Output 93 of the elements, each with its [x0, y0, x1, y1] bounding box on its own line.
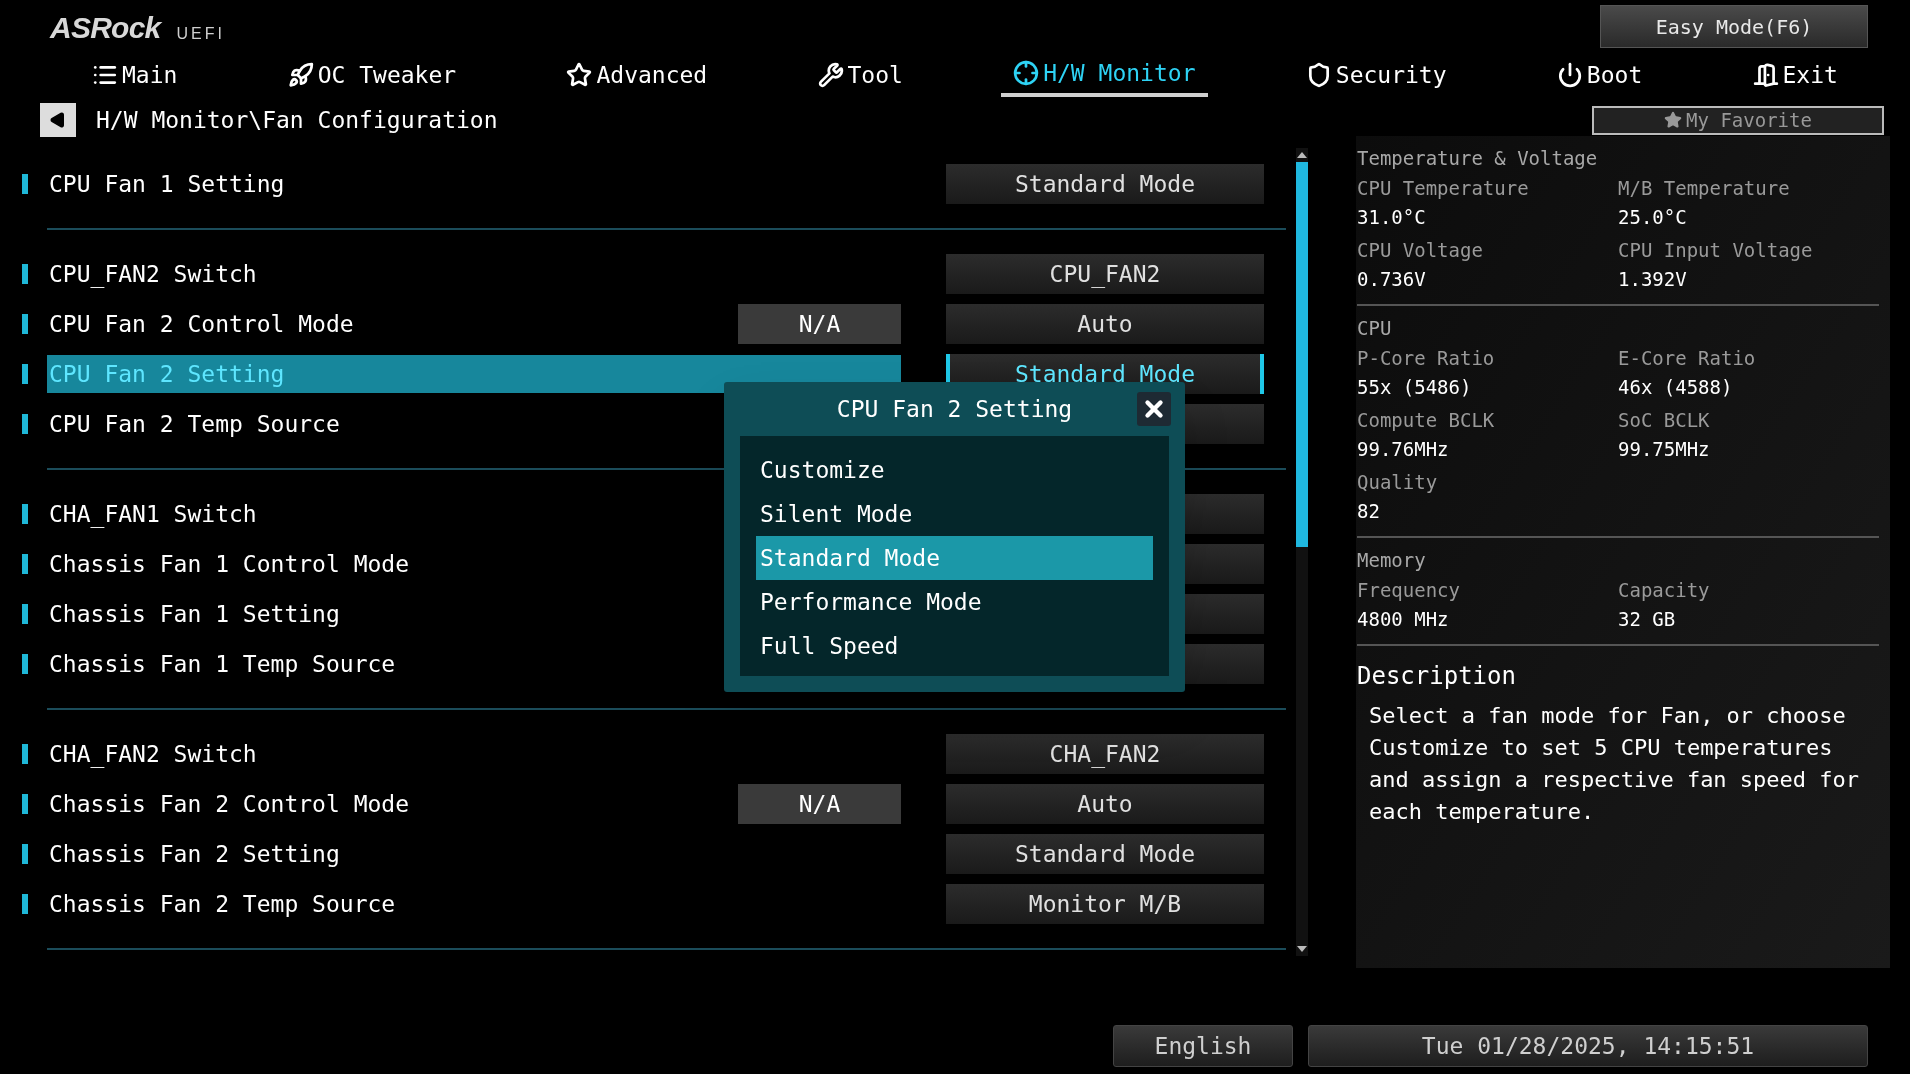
nav-tab[interactable]: Tool — [805, 53, 915, 97]
logo-subtitle: UEFI — [176, 24, 225, 44]
description-text: Select a fan mode for Fan, or choose Customize to set 5 CPU temperatures and assign a respective fan speed for each temperature. — [1369, 702, 1861, 826]
section-title: Memory — [1357, 547, 1427, 573]
easy-mode-button[interactable]: Easy Mode(F6) — [1600, 5, 1868, 48]
row-marker — [22, 654, 28, 674]
scrollbar[interactable] — [1296, 148, 1308, 956]
language-selector[interactable]: English — [1113, 1025, 1293, 1067]
info-value: 82 — [1357, 498, 1381, 524]
close-button[interactable] — [1137, 392, 1171, 426]
nav-tab[interactable]: OC Tweaker — [275, 53, 469, 97]
back-button[interactable] — [40, 103, 76, 137]
popup-title: CPU Fan 2 Setting — [836, 394, 1073, 424]
info-value: 4800 MHz — [1357, 606, 1450, 632]
row-marker — [22, 264, 28, 284]
nav-tab[interactable]: Main — [80, 53, 190, 97]
status-field: N/A — [738, 784, 901, 824]
status-field: N/A — [738, 304, 901, 344]
row-marker — [22, 894, 28, 914]
section-title: Temperature & Voltage — [1357, 145, 1599, 171]
info-value: 99.75MHz — [1618, 436, 1711, 462]
setting-label[interactable]: CHA_FAN2 Switch — [47, 735, 257, 773]
nav-tab[interactable]: Boot — [1544, 53, 1655, 97]
popup-option[interactable]: Customize — [756, 448, 1153, 492]
description-title: Description — [1357, 661, 1517, 692]
row-marker — [22, 414, 28, 434]
info-label: E-Core Ratio — [1618, 346, 1757, 371]
setting-label[interactable]: CPU Fan 1 Setting — [47, 165, 285, 203]
scroll-down-icon[interactable] — [1297, 946, 1307, 952]
setting-label[interactable]: Chassis Fan 1 Temp Source — [47, 645, 396, 683]
setting-label[interactable]: Chassis Fan 1 Setting — [47, 595, 340, 633]
info-value: 25.0°C — [1618, 204, 1688, 230]
value-button[interactable]: Auto — [946, 784, 1264, 824]
popup-option[interactable]: Performance Mode — [756, 580, 1153, 624]
value-button[interactable]: CPU_FAN2 — [946, 254, 1264, 294]
value-button[interactable]: Auto — [946, 304, 1264, 344]
popup-option[interactable]: Silent Mode — [756, 492, 1153, 536]
info-value: 0.736V — [1357, 266, 1427, 292]
setting-label[interactable]: Chassis Fan 2 Setting — [47, 835, 340, 873]
info-label: Capacity — [1618, 578, 1711, 603]
setting-label[interactable]: CPU Fan 2 Control Mode — [47, 305, 354, 343]
row-marker — [22, 844, 28, 864]
power-icon — [1556, 62, 1583, 88]
setting-label[interactable]: CPU Fan 2 Temp Source — [47, 405, 340, 443]
nav-tab[interactable]: H/W Monitor — [1001, 53, 1208, 97]
info-label: Frequency — [1357, 578, 1461, 603]
row-marker — [22, 314, 28, 334]
row-marker — [22, 174, 28, 194]
star-icon — [566, 62, 593, 88]
setting-label[interactable]: CPU_FAN2 Switch — [47, 255, 257, 293]
info-value: 31.0°C — [1357, 204, 1427, 230]
my-favorite-button[interactable]: My Favorite — [1592, 105, 1884, 135]
value-button[interactable]: CHA_FAN2 — [946, 734, 1264, 774]
info-label: CPU Temperature — [1357, 176, 1530, 201]
rocket-icon — [287, 62, 314, 88]
popup-option[interactable]: Full Speed — [756, 624, 1153, 668]
row-marker — [22, 504, 28, 524]
setting-label[interactable]: Chassis Fan 2 Control Mode — [47, 785, 410, 823]
row-marker — [22, 794, 28, 814]
setting-label[interactable]: CHA_FAN1 Switch — [47, 495, 257, 533]
nav-tab[interactable]: Exit — [1740, 53, 1850, 97]
info-value: 99.76MHz — [1357, 436, 1450, 462]
star-icon — [1664, 111, 1683, 129]
info-value: 46x (4588) — [1618, 374, 1734, 400]
back-icon — [49, 111, 67, 129]
row-marker — [22, 554, 28, 574]
logo: ASRock — [50, 10, 161, 46]
value-button[interactable]: Monitor M/B — [946, 884, 1264, 924]
info-value: 55x (5486) — [1357, 374, 1473, 400]
crosshair-icon — [1013, 60, 1040, 86]
info-label: Compute BCLK — [1357, 408, 1496, 433]
info-label: SoC BCLK — [1618, 408, 1711, 433]
row-marker — [22, 744, 28, 764]
setting-label[interactable]: Chassis Fan 2 Temp Source — [47, 885, 396, 923]
info-label: P-Core Ratio — [1357, 346, 1496, 371]
row-marker — [22, 364, 28, 384]
row-marker — [22, 604, 28, 624]
door-icon — [1752, 62, 1779, 88]
value-button[interactable]: Standard Mode — [946, 164, 1264, 204]
nav-tab[interactable]: Security — [1293, 53, 1459, 97]
setting-label[interactable]: Chassis Fan 1 Control Mode — [47, 545, 410, 583]
wrench-icon — [817, 62, 844, 88]
section-title: CPU — [1357, 315, 1393, 341]
nav-tab[interactable]: Advanced — [554, 53, 720, 97]
info-label: M/B Temperature — [1618, 176, 1791, 201]
breadcrumb: H/W Monitor\Fan Configuration — [96, 105, 498, 135]
info-value: 1.392V — [1618, 266, 1688, 292]
info-value: 32 GB — [1618, 606, 1677, 632]
info-label: Quality — [1357, 470, 1439, 495]
value-button[interactable]: Standard Mode — [946, 834, 1264, 874]
info-label: CPU Input Voltage — [1618, 238, 1814, 263]
date-time: Tue 01/28/2025, 14:15:51 — [1308, 1025, 1868, 1067]
info-label: CPU Voltage — [1357, 238, 1484, 263]
